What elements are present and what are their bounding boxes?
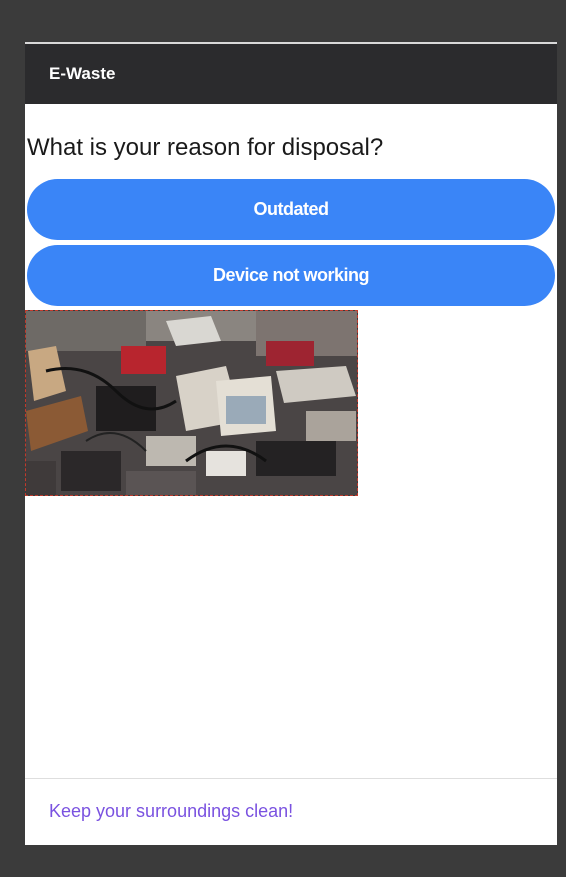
outdated-button[interactable]: Outdated [27,179,555,240]
footer-bar: Keep your surroundings clean! [25,778,557,845]
app-title: E-Waste [49,64,116,83]
top-app-bar: E-Waste [25,42,557,104]
app-screen: E-Waste What is your reason for disposal… [25,42,557,845]
question-heading: What is your reason for disposal? [27,134,384,161]
device-not-working-button[interactable]: Device not working [27,245,555,306]
footer-message: Keep your surroundings clean! [49,801,294,821]
e-waste-image [25,310,358,496]
device-frame: E-Waste What is your reason for disposal… [0,0,566,877]
